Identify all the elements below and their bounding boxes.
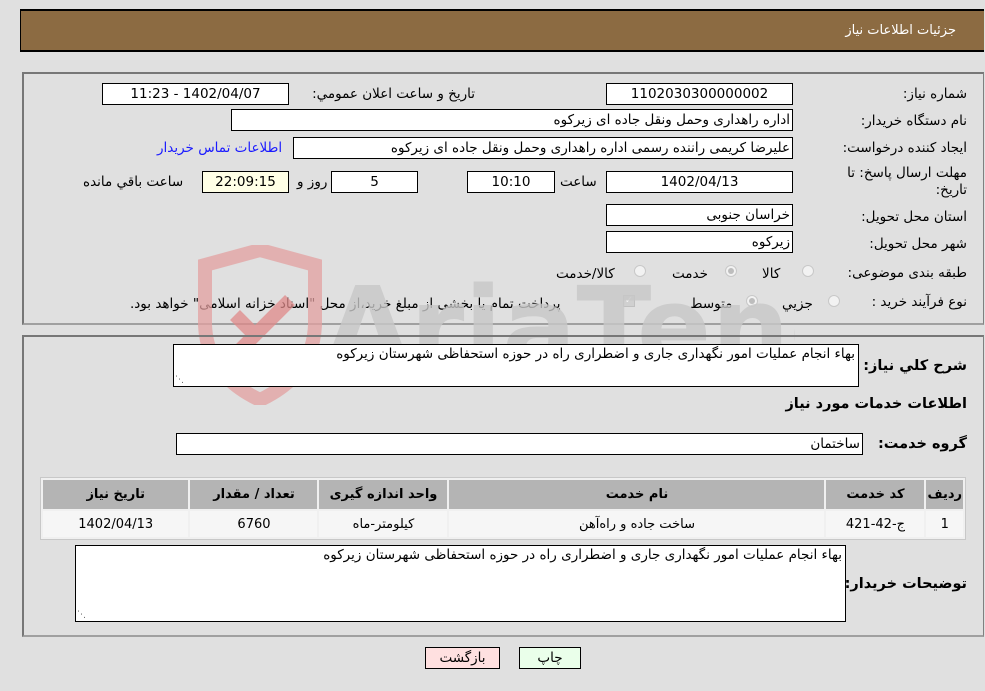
col-service-name: نام خدمت [449,480,825,509]
col-need-date: تاریخ نیاز [43,480,189,509]
service-group-label: گروه خدمت: [877,436,967,452]
page-title: جزئیات اطلاعات نیاز [845,23,956,38]
deadline-label-date: تاریخ: [935,182,967,198]
cell-service-code: ج-42-421 [826,511,925,537]
summary-textarea[interactable]: بهاء انجام عملیات امور نگهداری جاری و اض… [173,344,859,387]
remaining-time-label: ساعت باقي مانده [83,174,184,190]
purchase-option-medium: متوسط [690,296,733,312]
category-radio-service[interactable] [725,265,737,277]
need-number-field: 1102030300000002 [606,83,793,105]
cell-quantity: 6760 [190,511,318,537]
announce-datetime-field: 1402/04/07 - 11:23 [102,83,289,105]
services-heading: اطلاعات خدمات مورد نياز [785,396,967,412]
col-quantity: تعداد / مقدار [190,480,318,509]
remaining-days-field: 5 [331,171,418,193]
purchase-option-minor: جزيي [782,296,813,312]
requester-field: علیرضا کریمی راننده رسمی اداره راهداری و… [293,137,793,159]
category-option-goods-service: کالا/خدمت [556,266,615,282]
cell-need-date: 1402/04/13 [43,511,189,537]
days-label: روز و [297,174,328,190]
page-header: جزئیات اطلاعات نیاز [20,9,984,52]
buyer-notes-label: توضیحات خریدار: [844,576,967,592]
col-row-number: رديف [926,480,963,509]
cell-unit: کیلومتر-ماه [319,511,448,537]
requester-label: ایجاد کننده درخواست: [842,140,967,156]
city-label: شهر محل تحویل: [869,236,967,252]
province-field: خراسان جنوبی [606,204,793,226]
province-label: استان محل تحویل: [861,209,967,225]
category-label: طبقه بندی موضوعی: [847,265,967,281]
print-button[interactable]: چاپ [519,647,581,669]
purchase-radio-medium[interactable] [746,295,758,307]
col-service-code: کد خدمت [826,480,925,509]
cell-service-name: ساخت جاده و راه‌آهن [449,511,825,537]
summary-text: بهاء انجام عملیات امور نگهداری جاری و اض… [336,346,855,362]
resize-grip-icon[interactable]: ⋰ [175,376,184,385]
deadline-label: مهلت ارسال پاسخ: تا [847,165,967,181]
treasury-checkbox[interactable]: ✓ [623,295,635,307]
summary-label: شرح كلي نياز: [863,358,967,374]
category-radio-goods-service[interactable] [634,265,646,277]
category-option-goods: کالا [762,266,781,282]
category-option-service: خدمت [672,266,708,282]
deadline-time-field: 10:10 [467,171,555,193]
purchase-radio-minor[interactable] [828,295,840,307]
category-radio-goods[interactable] [802,265,814,277]
col-unit: واحد اندازه گیری [319,480,448,509]
service-group-field: ساختمان [176,433,863,455]
table-row: 1 ج-42-421 ساخت جاده و راه‌آهن کیلومتر-م… [43,511,963,537]
treasury-checkbox-label: پرداخت تمام یا بخشی از مبلغ خرید،از محل … [130,296,561,312]
deadline-time-label: ساعت [560,174,597,190]
city-field: زیرکوه [606,231,793,253]
purchase-type-label: نوع فرآیند خرید : [871,294,967,310]
need-number-label: شماره نیاز: [902,86,967,102]
deadline-date-field: 1402/04/13 [606,171,793,193]
resize-grip-icon[interactable]: ⋰ [77,611,86,620]
buyer-org-field: اداره راهداری وحمل ونقل جاده ای زیرکوه [231,109,793,131]
remaining-time-field: 22:09:15 [202,171,289,193]
buyer-org-label: نام دستگاه خریدار: [860,113,967,129]
buyer-notes-text: بهاء انجام عملیات امور نگهداری جاری و اض… [323,547,842,563]
table-header-row: رديف کد خدمت نام خدمت واحد اندازه گیری ت… [43,480,963,509]
back-button[interactable]: بازگشت [425,647,500,669]
cell-row-number: 1 [926,511,963,537]
buyer-notes-textarea[interactable]: بهاء انجام عملیات امور نگهداری جاری و اض… [75,545,846,622]
buyer-contact-link[interactable]: اطلاعات تماس خریدار [157,140,282,156]
services-table: رديف کد خدمت نام خدمت واحد اندازه گیری ت… [40,477,966,540]
announce-datetime-label: تاریخ و ساعت اعلان عمومي: [312,86,475,102]
